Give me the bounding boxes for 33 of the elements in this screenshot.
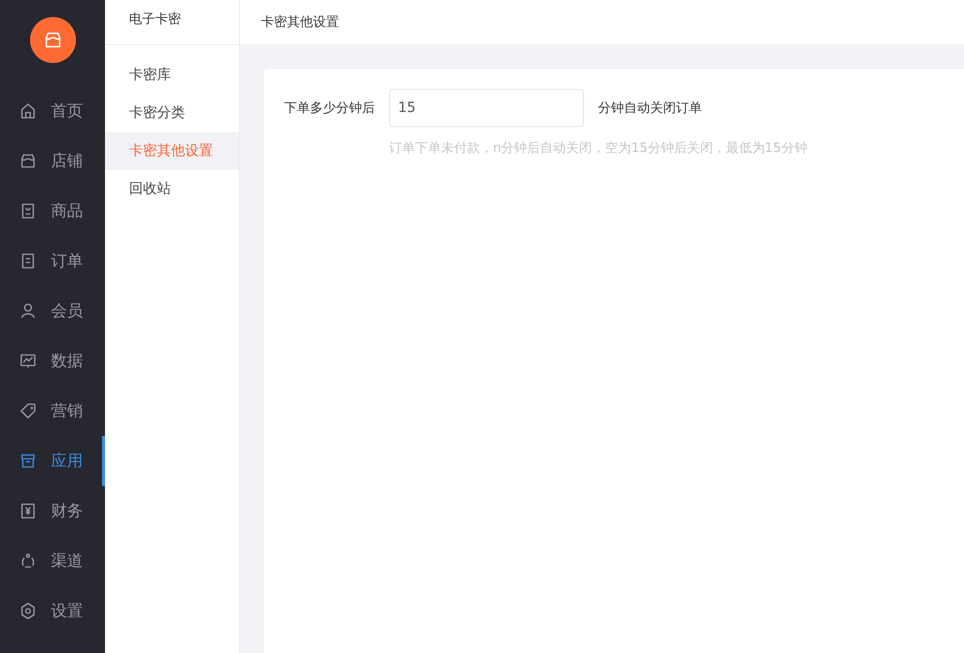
- nav-item[interactable]: 设置: [0, 586, 105, 636]
- field-hint: 订单下单未付款，n分钟后自动关闭，空为15分钟后关闭，最低为15分钟: [389, 140, 808, 157]
- nav-icon: [19, 302, 37, 320]
- nav-icon: [19, 502, 37, 520]
- nav-icon: [19, 152, 37, 170]
- field-suffix: 分钟自动关闭订单: [598, 100, 702, 117]
- nav-item[interactable]: 会员: [0, 286, 105, 336]
- nav-icon: [19, 452, 37, 470]
- nav-item[interactable]: 商品: [0, 186, 105, 236]
- nav-icon: [19, 552, 37, 570]
- nav-item[interactable]: 应用: [0, 436, 105, 486]
- nav-icon: [19, 602, 37, 620]
- minutes-input-field[interactable]: 15: [389, 89, 584, 127]
- nav-item[interactable]: 店铺: [0, 136, 105, 186]
- nav-item[interactable]: 首页: [0, 86, 105, 136]
- submenu-item[interactable]: 回收站: [105, 170, 239, 208]
- nav-item[interactable]: 数据: [0, 336, 105, 386]
- submenu-item[interactable]: 卡密分类: [105, 94, 239, 132]
- nav-icon: [19, 102, 37, 120]
- submenu-title: 电子卡密: [105, 0, 239, 45]
- nav-item[interactable]: 营销: [0, 386, 105, 436]
- nav-icon: [19, 252, 37, 270]
- nav-icon: [19, 352, 37, 370]
- nav-icon: [19, 202, 37, 220]
- field-label: 下单多少分钟后: [284, 100, 375, 118]
- submenu-item[interactable]: 卡密库: [105, 56, 239, 94]
- submenu-item[interactable]: 卡密其他设置: [105, 132, 239, 170]
- nav-item[interactable]: 订单: [0, 236, 105, 286]
- store-logo-icon: [30, 17, 76, 63]
- nav-item[interactable]: 财务: [0, 486, 105, 536]
- nav-icon: [19, 402, 37, 420]
- nav-item[interactable]: 渠道: [0, 536, 105, 586]
- page-title: 卡密其他设置: [261, 14, 339, 31]
